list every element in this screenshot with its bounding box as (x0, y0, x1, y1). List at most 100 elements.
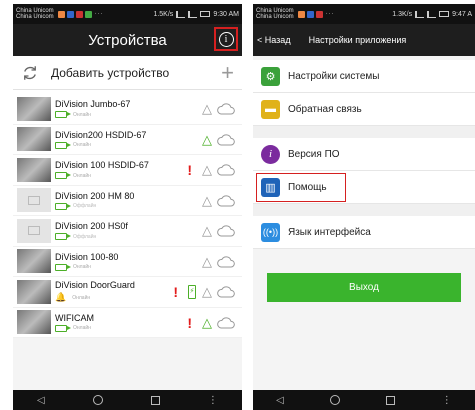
plus-icon[interactable]: + (221, 61, 234, 84)
page-title: Устройства (88, 31, 167, 49)
settings-item-label: Версия ПО (288, 148, 340, 160)
warning-icon: ! (173, 284, 178, 300)
camera-icon (55, 263, 71, 271)
camera-thumbnail (17, 249, 51, 274)
settings-item-label: Настройки системы (288, 70, 380, 82)
add-device-row[interactable]: Добавить устройство + (13, 56, 242, 90)
carrier-label-2: China Unicom (16, 14, 54, 20)
device-row[interactable]: WIFICAM Онлайн! △ (13, 308, 242, 338)
device-row[interactable]: DiVision 200 HM 80 Оффлайн △ (13, 186, 242, 216)
settings-group-3: ((•)) Язык интерфейса (253, 216, 475, 249)
camera-thumbnail (17, 96, 51, 121)
chevron-left-icon: < (257, 35, 263, 45)
settings-group-2: i Версия ПО ▥ Помощь (253, 138, 475, 204)
device-row[interactable]: DiVision Jumbo-67 Онлайн △ (13, 94, 242, 125)
more-notifications-icon: ··· (325, 11, 335, 17)
cloud-icon[interactable] (216, 164, 236, 176)
device-status: Онлайн (73, 172, 91, 179)
page-title: Настройки приложения (308, 35, 407, 45)
back-label: Назад (264, 35, 291, 45)
settings-item-feedback[interactable]: ▬ Обратная связь (253, 93, 475, 126)
menu-nav-icon[interactable]: ⋮ (208, 395, 218, 406)
cloud-icon[interactable] (216, 286, 236, 298)
device-list: DiVision Jumbo-67 Онлайн △ DiVision200 HSDI… (13, 90, 242, 338)
device-status: Оффлайн (73, 203, 97, 210)
network-speed: 1.5K/s (153, 10, 174, 18)
signal-icon (176, 10, 186, 18)
device-name: DiVision 200 HS0f (55, 221, 128, 232)
cloud-icon[interactable] (216, 103, 236, 115)
app-notification-icon (315, 10, 323, 18)
cloud-icon[interactable] (216, 255, 236, 268)
camera-thumbnail (17, 310, 51, 335)
bell-icon[interactable]: △ (202, 162, 212, 178)
device-name: DiVision Jumbo-67 (55, 99, 131, 110)
home-nav-icon[interactable] (330, 395, 341, 405)
device-row[interactable]: DiVision200 HSDID-67 Онлайн △ (13, 125, 242, 155)
device-name: DiVision 100-80 (55, 251, 119, 262)
settings-item-language[interactable]: ((•)) Язык интерфейса (253, 216, 475, 249)
bell-icon[interactable]: △ (202, 284, 212, 300)
exit-button[interactable]: Выход (267, 273, 461, 302)
back-nav-icon[interactable]: ◁ (276, 395, 284, 406)
bell-icon[interactable]: △ (202, 193, 212, 209)
device-status: Оффлайн (73, 233, 97, 240)
back-button[interactable]: < Назад (257, 35, 291, 45)
app-notification-icon (57, 10, 65, 18)
device-row[interactable]: DiVision 100 HSDID-67 Онлайн! △ (13, 155, 242, 186)
device-row[interactable]: DiVision 200 HS0f Оффлайн △ (13, 216, 242, 247)
cloud-icon[interactable] (216, 225, 236, 237)
recents-nav-icon[interactable] (386, 395, 396, 405)
cloud-icon[interactable] (216, 133, 236, 146)
camera-icon (55, 233, 71, 241)
settings-item-label: Обратная связь (288, 103, 362, 115)
settings-item-help[interactable]: ▥ Помощь (253, 171, 475, 204)
android-nav-bar: ◁ ⋮ (253, 390, 475, 410)
settings-group-1: ⚙ Настройки системы ▬ Обратная связь (253, 60, 475, 126)
carrier-label-2: China Unicom (256, 14, 294, 20)
refresh-icon[interactable] (21, 64, 39, 82)
device-row[interactable]: DiVision 100-80 Онлайн △ (13, 247, 242, 277)
device-row[interactable]: DiVision DoorGuard 🔔 Онлайн! ⚡ △ (13, 277, 242, 308)
cloud-icon[interactable] (216, 194, 236, 207)
bell-icon[interactable]: △ (202, 132, 212, 148)
app-notification-icon (306, 10, 314, 18)
status-bar: China Unicom China Unicom ··· 1.5K/s 9:3… (13, 4, 242, 24)
device-name: DiVision200 HSDID-67 (55, 129, 147, 140)
broadcast-icon: ((•)) (261, 222, 280, 242)
app-notification-icon (66, 10, 74, 18)
device-name: DiVision 100 HSDID-67 (55, 160, 149, 171)
recents-nav-icon[interactable] (150, 395, 160, 405)
cloud-icon[interactable] (216, 316, 236, 329)
clock: 9:47 A (452, 10, 472, 18)
network-speed: 1.3K/s (392, 10, 413, 18)
menu-nav-icon[interactable]: ⋮ (442, 395, 452, 406)
camera-thumbnail (17, 279, 51, 304)
camera-thumbnail (17, 127, 51, 152)
signal-icon-2 (427, 10, 437, 18)
bell-icon[interactable]: △ (202, 315, 212, 331)
doorbell-icon: 🔔 (55, 292, 67, 303)
battery-status-icon (439, 11, 450, 17)
device-name: DiVision 200 HM 80 (55, 190, 135, 201)
device-status: Онлайн (72, 294, 91, 301)
info-button[interactable]: i (214, 27, 238, 51)
camera-thumbnail (17, 157, 51, 182)
device-status: Онлайн (73, 264, 91, 271)
back-nav-icon[interactable]: ◁ (37, 395, 45, 406)
app-settings-screen: China Unicom China Unicom ··· 1.3K/s 9:4… (253, 4, 475, 410)
camera-icon (55, 141, 71, 149)
add-device-label: Добавить устройство (51, 65, 170, 80)
bell-icon[interactable]: △ (202, 101, 212, 117)
app-notification-icon (297, 10, 305, 18)
more-notifications-icon: ··· (94, 11, 104, 17)
warning-icon: ! (187, 314, 192, 331)
camera-icon (55, 172, 71, 180)
settings-item-system[interactable]: ⚙ Настройки системы (253, 60, 475, 93)
home-nav-icon[interactable] (92, 395, 103, 405)
settings-item-version[interactable]: i Версия ПО (253, 138, 475, 171)
bell-icon[interactable]: △ (202, 254, 212, 270)
settings-item-label: Язык интерфейса (288, 226, 371, 238)
app-notification-icon (84, 10, 92, 18)
bell-icon[interactable]: △ (202, 223, 212, 239)
